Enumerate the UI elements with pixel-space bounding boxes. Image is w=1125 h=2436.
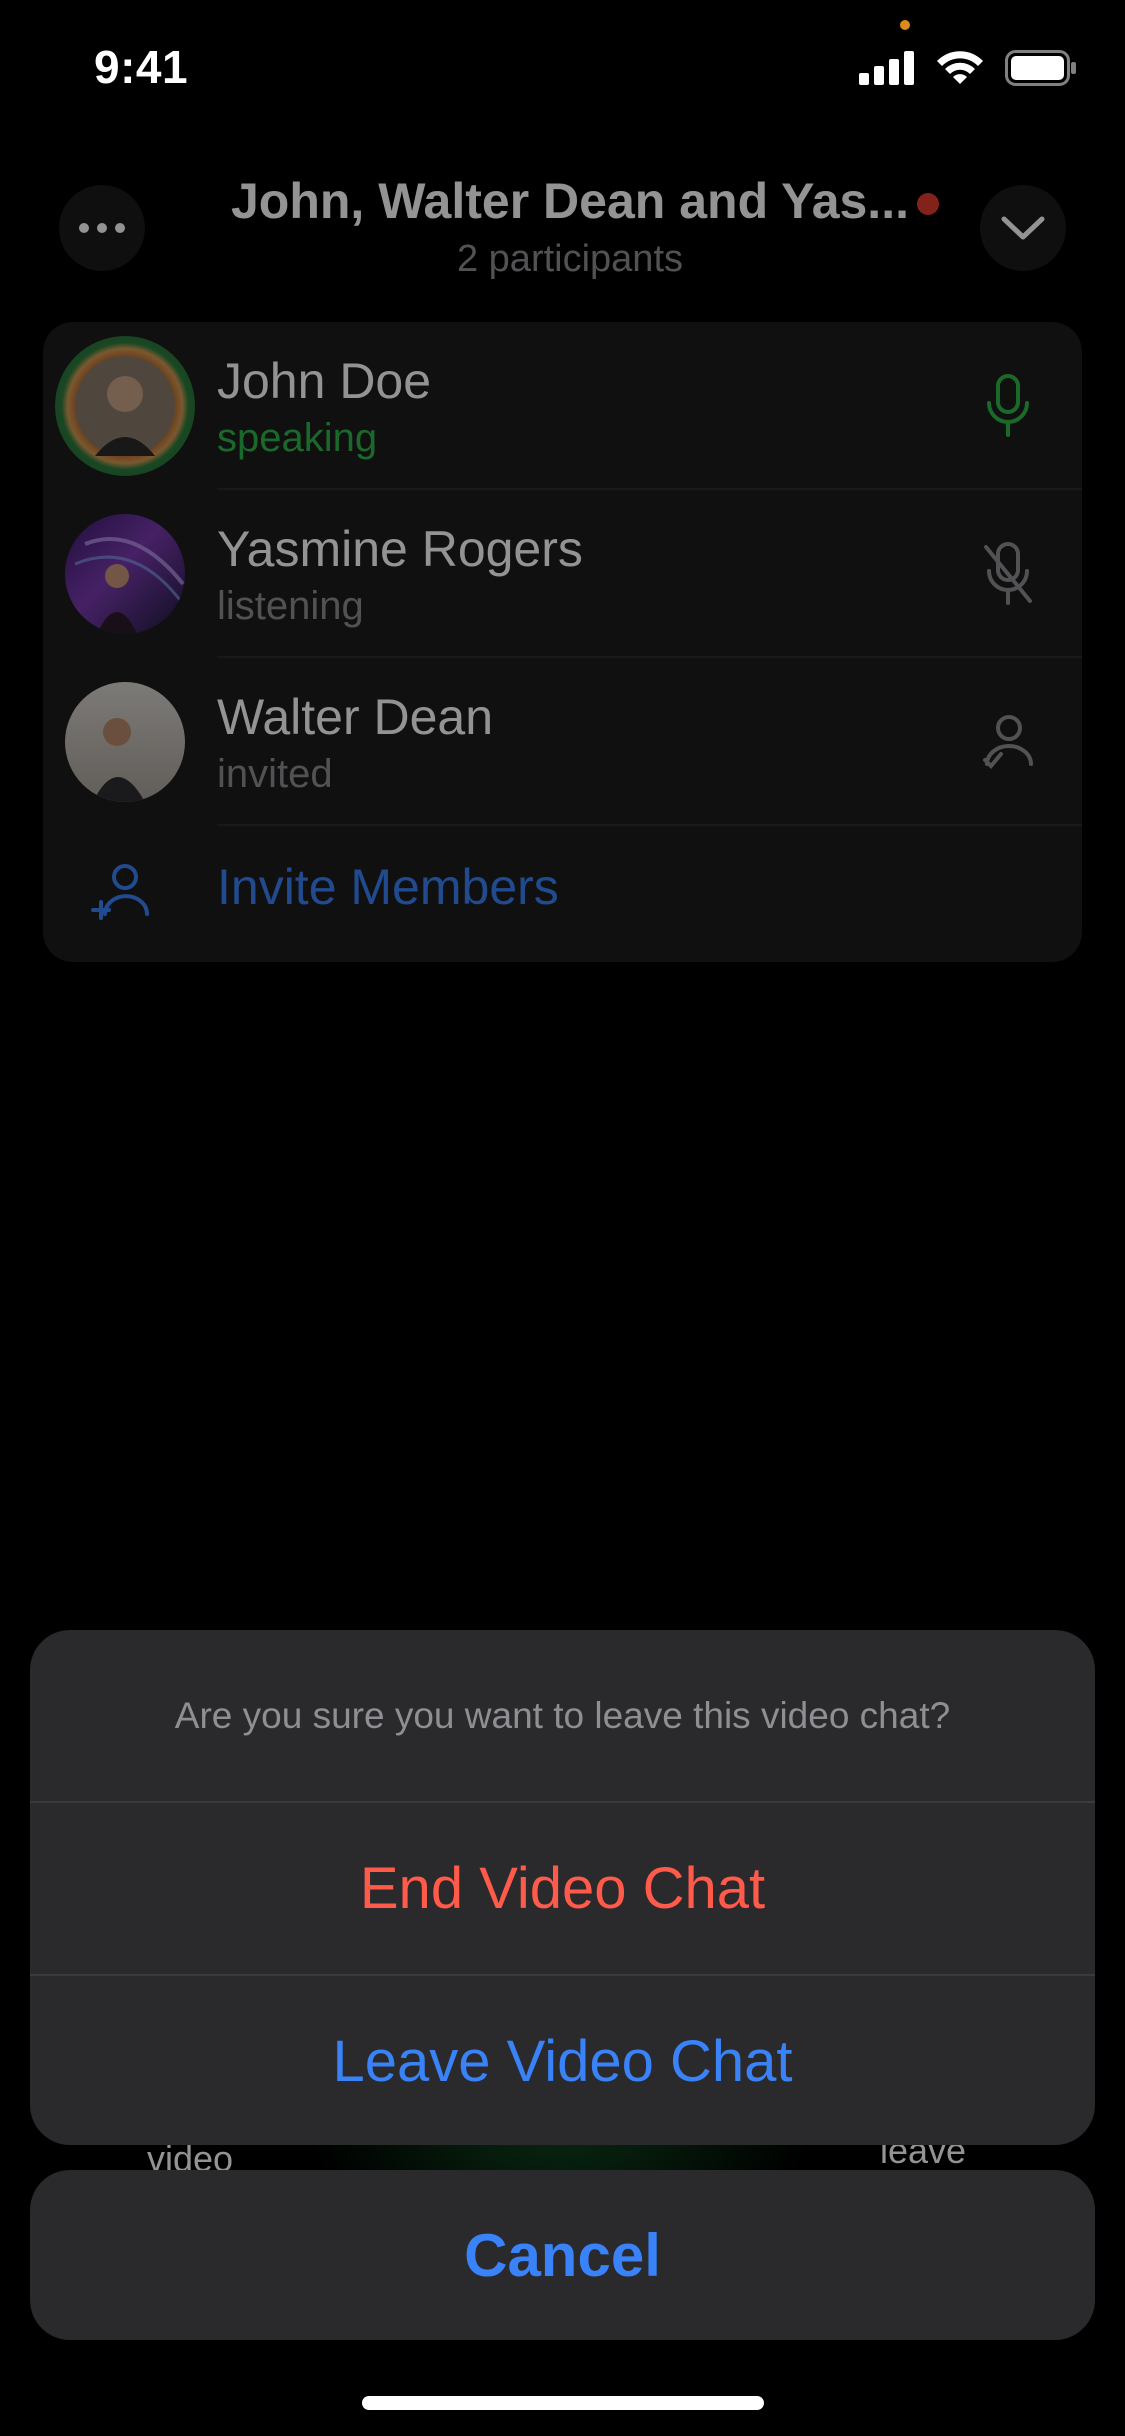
more-options-button[interactable] — [59, 185, 145, 271]
leave-video-chat-button[interactable]: Leave Video Chat — [30, 1976, 1095, 2145]
minimize-button[interactable] — [980, 185, 1066, 271]
participant-name: Walter Dean — [217, 689, 494, 745]
home-indicator[interactable] — [362, 2396, 764, 2410]
battery-icon — [1005, 50, 1076, 86]
microphone-muted-icon[interactable] — [972, 538, 1044, 610]
participant-name: John Doe — [217, 353, 432, 409]
participant-name: Yasmine Rogers — [217, 521, 583, 577]
chevron-down-icon — [1001, 216, 1045, 240]
avatar — [55, 336, 195, 476]
invite-members-label: Invite Members — [217, 859, 559, 915]
participant-status: invited — [217, 752, 333, 796]
add-person-icon — [91, 864, 149, 920]
avatar — [65, 514, 185, 634]
invite-members-button[interactable] — [43, 826, 1082, 962]
participants-list: John Doe speaking Yasmine Rogers listeni… — [43, 322, 1082, 962]
participant-row[interactable]: John Doe speaking — [43, 322, 1082, 490]
avatar — [65, 682, 185, 802]
participant-status: speaking — [217, 416, 378, 460]
participant-status: listening — [217, 584, 364, 628]
wifi-icon — [937, 51, 983, 84]
participant-row[interactable]: Yasmine Rogers listening — [43, 490, 1082, 658]
sheet-message: Are you sure you want to leave this vide… — [174, 1695, 951, 1736]
microphone-icon[interactable] — [972, 370, 1044, 442]
end-video-chat-button[interactable]: End Video Chat — [30, 1803, 1095, 1974]
more-dots-icon — [79, 223, 125, 233]
call-title: John, Walter Dean and Yas... — [231, 173, 909, 229]
leave-action-sheet: Are you sure you want to leave this vide… — [30, 1630, 1095, 2145]
status-icons — [859, 48, 1077, 88]
privacy-indicator-dot — [900, 20, 910, 30]
cellular-signal-icon — [859, 51, 914, 85]
status-time: 9:41 — [94, 41, 189, 93]
participant-row[interactable]: Walter Dean invited — [43, 658, 1082, 826]
cancel-button[interactable]: Cancel — [30, 2170, 1095, 2340]
invited-person-icon — [972, 706, 1044, 778]
participant-count: 2 participants — [456, 238, 683, 280]
recording-dot — [917, 193, 939, 215]
